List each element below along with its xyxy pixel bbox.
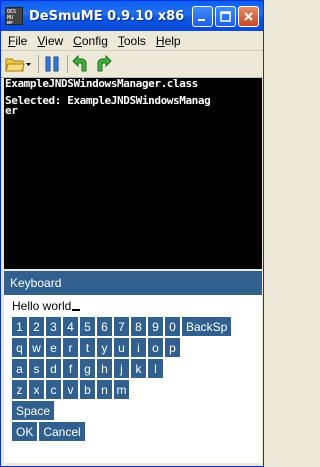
redo-icon xyxy=(97,55,112,72)
key-r[interactable]: r xyxy=(63,338,78,357)
key-h[interactable]: h xyxy=(97,359,112,378)
key-7[interactable]: 7 xyxy=(114,317,129,336)
key-1[interactable]: 1 xyxy=(12,317,27,336)
menu-file-label: ile xyxy=(15,33,28,48)
maximize-icon xyxy=(220,10,231,22)
key-4[interactable]: 4 xyxy=(63,317,78,336)
key-9[interactable]: 9 xyxy=(148,317,163,336)
key-row-space: Space xyxy=(4,401,262,420)
menu-view[interactable]: View xyxy=(32,34,68,48)
menu-help-mnemonic: H xyxy=(155,33,165,48)
minimize-button[interactable] xyxy=(192,5,213,27)
maximize-button[interactable] xyxy=(215,5,236,27)
undo-icon xyxy=(72,55,87,72)
key-v[interactable]: v xyxy=(63,380,78,399)
key-x[interactable]: x xyxy=(29,380,44,399)
keyboard-text-field[interactable]: Hello world xyxy=(4,295,262,317)
key-0[interactable]: 0 xyxy=(165,317,180,336)
app-icon-text: DES MU ME xyxy=(7,9,17,25)
bottom-screen[interactable]: Keyboard Hello world 1 2 3 4 5 6 7 8 9 0… xyxy=(4,271,262,463)
toolbar-separator-2 xyxy=(67,55,68,73)
key-row-qwerty: q w e r t y u i o p xyxy=(4,338,262,357)
key-space[interactable]: Space xyxy=(12,401,55,420)
open-rom-icon xyxy=(5,58,25,72)
menu-config[interactable]: Config xyxy=(68,34,113,48)
open-dropdown-button[interactable] xyxy=(25,54,32,74)
key-3[interactable]: 3 xyxy=(46,317,61,336)
keyboard-title: Keyboard xyxy=(4,271,262,295)
key-row-asdf: a s d f g h j k l xyxy=(4,359,262,378)
key-5[interactable]: 5 xyxy=(80,317,95,336)
key-o[interactable]: o xyxy=(148,338,163,357)
minimize-icon xyxy=(198,18,205,21)
key-a[interactable]: a xyxy=(12,359,27,378)
key-8[interactable]: 8 xyxy=(131,317,146,336)
menu-config-mnemonic: C xyxy=(73,33,82,48)
key-z[interactable]: z xyxy=(12,380,27,399)
key-k[interactable]: k xyxy=(131,359,146,378)
cancel-button[interactable]: Cancel xyxy=(39,422,85,441)
dropdown-arrow-icon xyxy=(26,63,31,66)
key-d[interactable]: d xyxy=(46,359,61,378)
top-screen: ExampleJNDSWindowsManager.class Selected… xyxy=(4,78,262,269)
menu-tools-label: ools xyxy=(123,33,146,48)
menu-config-label: onfig xyxy=(81,33,108,48)
window-title: DeSmuME 0.9.10 x86 xyxy=(29,8,185,24)
key-m[interactable]: m xyxy=(114,380,129,399)
text-caret xyxy=(72,309,81,311)
redo-button[interactable] xyxy=(94,54,112,74)
toolbar-separator xyxy=(38,55,39,73)
key-row-zxcv: z x c v b n m xyxy=(4,380,262,399)
top-screen-line-1: ExampleJNDSWindowsManager.class xyxy=(5,78,198,90)
key-y[interactable]: y xyxy=(97,338,112,357)
key-w[interactable]: w xyxy=(29,338,44,357)
key-b[interactable]: b xyxy=(80,380,95,399)
key-backspace[interactable]: BackSp xyxy=(182,317,232,336)
key-g[interactable]: g xyxy=(80,359,95,378)
desmume-app-icon[interactable]: DES MU ME xyxy=(5,7,23,25)
open-rom-button[interactable] xyxy=(5,54,25,74)
pause-icon xyxy=(45,56,59,72)
menu-view-mnemonic: V xyxy=(37,33,46,48)
key-e[interactable]: e xyxy=(46,338,61,357)
close-button[interactable] xyxy=(238,5,259,27)
key-row-actions: OK Cancel xyxy=(4,422,262,441)
key-f[interactable]: f xyxy=(63,359,78,378)
key-t[interactable]: t xyxy=(80,338,95,357)
top-screen-line-2: Selected: ExampleJNDSWindowsManag xyxy=(5,94,211,107)
menu-view-label: iew xyxy=(45,33,64,48)
key-i[interactable]: i xyxy=(131,338,146,357)
key-j[interactable]: j xyxy=(114,359,129,378)
undo-button[interactable] xyxy=(72,54,90,74)
key-c[interactable]: c xyxy=(46,380,61,399)
key-6[interactable]: 6 xyxy=(97,317,112,336)
menu-help[interactable]: Help xyxy=(151,34,186,48)
toolbar xyxy=(1,51,263,78)
ok-button[interactable]: OK xyxy=(12,422,38,441)
key-u[interactable]: u xyxy=(114,338,129,357)
menu-file[interactable]: File xyxy=(3,34,32,48)
menu-tools[interactable]: Tools xyxy=(113,34,151,48)
key-s[interactable]: s xyxy=(29,359,44,378)
pause-button[interactable] xyxy=(43,54,61,74)
key-q[interactable]: q xyxy=(12,338,27,357)
desmume-window: DES MU ME DeSmuME 0.9.10 x86 File View C… xyxy=(0,0,264,467)
title-bar[interactable]: DES MU ME DeSmuME 0.9.10 x86 xyxy=(1,1,263,31)
key-n[interactable]: n xyxy=(97,380,112,399)
keyboard-text-value: Hello world xyxy=(12,299,72,313)
key-row-numbers: 1 2 3 4 5 6 7 8 9 0 BackSp xyxy=(4,317,262,336)
key-l[interactable]: l xyxy=(148,359,163,378)
menu-help-label: elp xyxy=(164,33,181,48)
key-p[interactable]: p xyxy=(165,338,180,357)
close-icon xyxy=(244,11,253,21)
key-2[interactable]: 2 xyxy=(29,317,44,336)
menu-bar: File View Config Tools Help xyxy=(1,31,263,51)
top-screen-line-3: er xyxy=(5,104,18,117)
